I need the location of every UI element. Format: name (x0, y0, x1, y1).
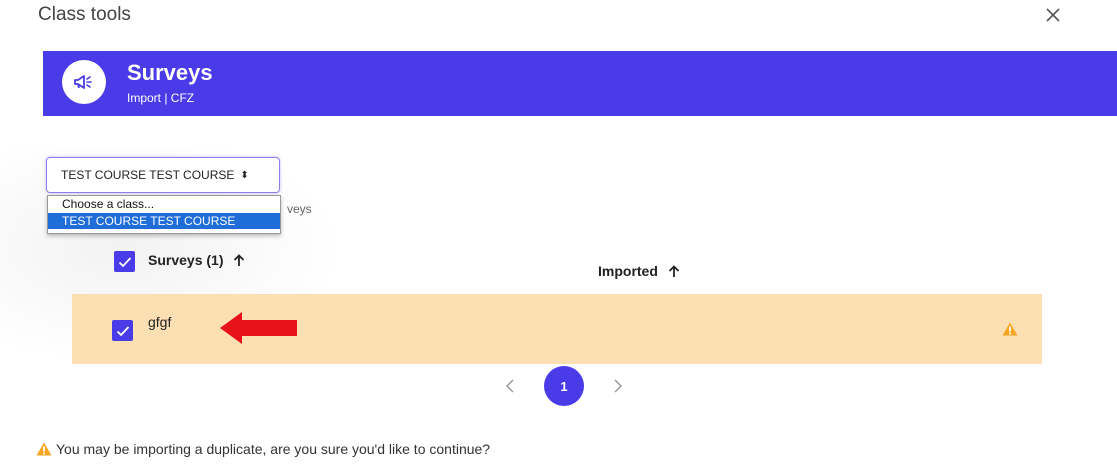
column-header-label: Imported (598, 263, 658, 279)
column-header-surveys[interactable]: Surveys (1) (148, 252, 245, 268)
pagination: 1 (490, 366, 638, 406)
page-1-button[interactable]: 1 (544, 366, 584, 406)
chevron-left-icon (506, 379, 514, 393)
select-all-checkbox[interactable] (114, 251, 135, 272)
sort-up-icon (668, 264, 680, 277)
dropdown-option-selected[interactable]: TEST COURSE TEST COURSE (48, 213, 280, 229)
next-page-button[interactable] (598, 366, 638, 406)
row-checkbox[interactable] (112, 320, 133, 341)
class-select[interactable]: TEST COURSE TEST COURSE ⬍ (46, 157, 280, 193)
annotation-arrow-icon (220, 312, 297, 344)
banner-subtitle: Import | CFZ (127, 91, 195, 105)
table-row[interactable]: gfgf (72, 294, 1042, 364)
dropdown-option[interactable]: Choose a class... (48, 196, 280, 212)
banner-title: Surveys (127, 60, 213, 85)
previous-page-button[interactable] (490, 366, 530, 406)
sort-up-icon (234, 253, 245, 266)
sort-arrows-icon: ⬍ (240, 169, 249, 181)
column-header-label: Surveys (1) (148, 252, 224, 268)
survey-name: gfgf (148, 314, 172, 330)
surveys-banner: Surveys Import | CFZ (43, 51, 1117, 116)
duplicate-warning-text: You may be importing a duplicate, are yo… (56, 441, 491, 457)
warning-triangle-icon (1002, 322, 1018, 336)
check-icon (116, 325, 129, 336)
column-header-imported[interactable]: Imported (598, 263, 680, 279)
warning-triangle-icon (36, 442, 52, 456)
dialog-title: Class tools (38, 4, 131, 25)
close-icon (1046, 8, 1060, 22)
class-select-value: TEST COURSE TEST COURSE (61, 168, 235, 182)
check-icon (118, 256, 131, 267)
megaphone-icon (74, 75, 92, 89)
banner-icon-circle (62, 60, 106, 104)
class-dropdown-list: Choose a class... TEST COURSE TEST COURS… (47, 195, 281, 234)
chevron-right-icon (614, 379, 622, 393)
duplicate-warning: You may be importing a duplicate, are yo… (36, 441, 490, 457)
partially-hidden-text: veys (287, 202, 312, 216)
close-button[interactable] (1040, 2, 1066, 28)
